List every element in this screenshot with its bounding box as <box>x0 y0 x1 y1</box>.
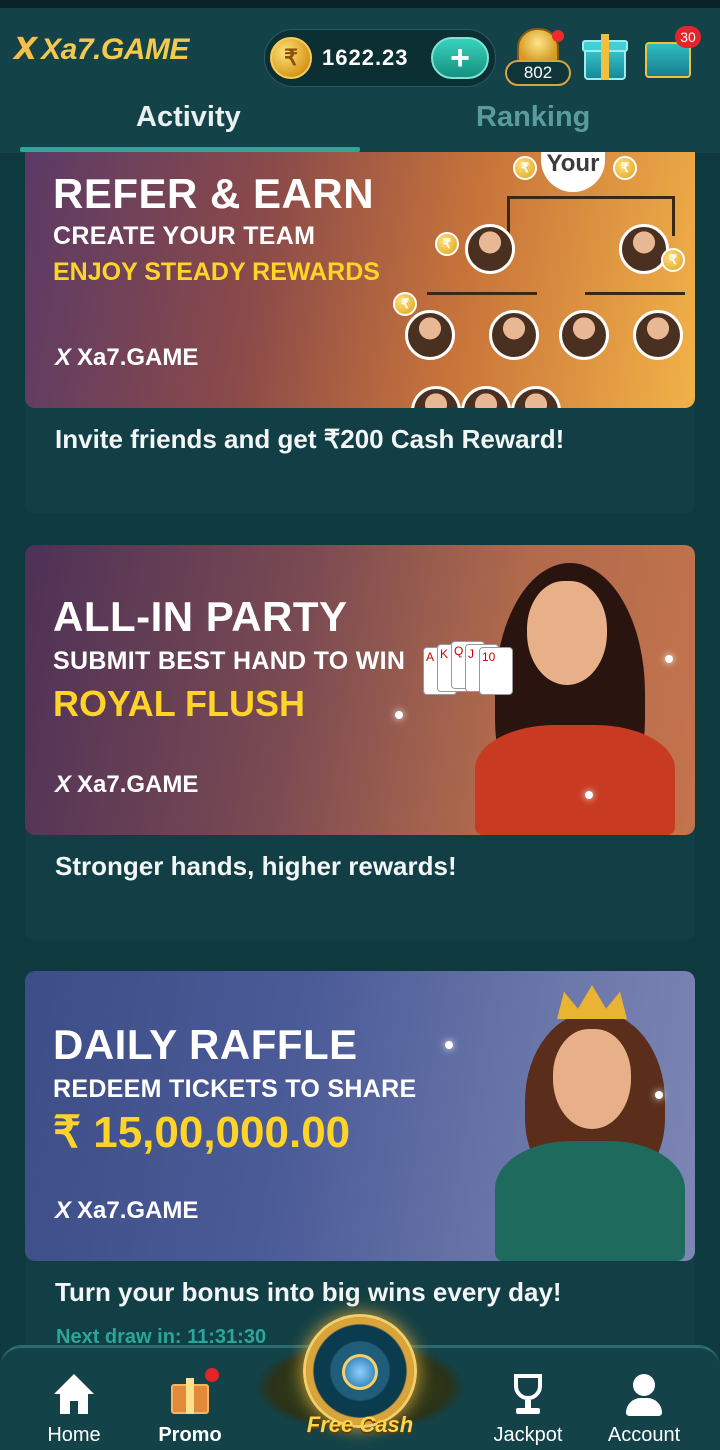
vip-crown-button[interactable]: 802 <box>505 26 573 88</box>
banner-highlight: ENJOY STEADY REWARDS <box>53 258 380 286</box>
avatar <box>405 310 455 360</box>
tab-ranking[interactable]: Ranking <box>476 101 590 134</box>
banner-brand: X Xa7.GAME <box>55 1197 199 1224</box>
banner-subtitle: SUBMIT BEST HAND TO WIN <box>53 647 406 675</box>
banner-title: DAILY RAFFLE <box>53 1021 358 1068</box>
banner-brand: X Xa7.GAME <box>55 771 199 798</box>
banner-brand: X Xa7.GAME <box>55 344 199 371</box>
balance-amount: 1622.23 <box>322 45 409 70</box>
gift-button[interactable] <box>582 32 628 82</box>
banner-title: REFER & EARN <box>53 170 375 217</box>
nav-label: Home <box>47 1424 101 1446</box>
brand-logo-icon: X <box>55 1197 72 1224</box>
rupee-coin-icon: ₹ <box>661 248 685 272</box>
banner-subtitle: REDEEM TICKETS TO SHARE <box>53 1075 417 1103</box>
rupee-coin-icon: ₹ <box>613 156 637 180</box>
promo-banner-raffle[interactable]: DAILY RAFFLE REDEEM TICKETS TO SHARE ₹ 1… <box>25 971 695 1261</box>
promo-card-allin[interactable]: ALL-IN PARTY SUBMIT BEST HAND TO WIN ROY… <box>25 545 695 940</box>
avatar <box>633 310 683 360</box>
tab-bar: Activity Ranking <box>0 95 720 153</box>
card-description: Invite friends and get ₹200 Cash Reward! <box>55 424 565 454</box>
avatar <box>461 386 511 408</box>
brand-logo-icon: X <box>55 344 72 371</box>
notification-dot <box>205 1368 219 1382</box>
trophy-icon <box>505 1372 551 1418</box>
promo-card-refer[interactable]: REFER & EARN CREATE YOUR TEAM ENJOY STEA… <box>25 152 695 514</box>
banner-highlight: ₹ 15,00,000.00 <box>53 1108 351 1157</box>
brand-logo-icon: X <box>55 771 72 798</box>
vip-points-badge: 802 <box>505 60 571 86</box>
avatar <box>559 310 609 360</box>
model-illustration <box>465 971 695 1261</box>
avatar <box>511 386 561 408</box>
add-funds-button[interactable]: + <box>431 37 489 79</box>
home-icon <box>51 1372 97 1418</box>
notification-dot <box>552 30 564 42</box>
banner-highlight: ROYAL FLUSH <box>53 683 306 724</box>
avatar <box>489 310 539 360</box>
tab-activity[interactable]: Activity <box>136 101 241 134</box>
avatar <box>465 224 515 274</box>
wallet-balance[interactable]: ₹ 1622.23 + <box>264 29 496 87</box>
promo-banner-allin[interactable]: ALL-IN PARTY SUBMIT BEST HAND TO WIN ROY… <box>25 545 695 835</box>
top-bar: X Xa7.GAME ₹ 1622.23 + 802 30 <box>0 0 720 95</box>
nav-label: Account <box>607 1424 681 1446</box>
crown-icon <box>557 985 627 1019</box>
rupee-coin-icon: ₹ <box>393 292 417 316</box>
user-icon <box>621 1372 667 1418</box>
mail-count-badge: 30 <box>675 26 701 48</box>
avatar <box>411 386 461 408</box>
logo-text: Xa7.GAME <box>41 32 189 66</box>
rupee-coin-icon: ₹ <box>435 232 459 256</box>
rupee-coin-icon: ₹ <box>270 37 312 79</box>
nav-free-cash[interactable]: Free Cash <box>256 1312 464 1442</box>
nav-label: Jackpot <box>493 1424 563 1446</box>
gift-icon <box>167 1368 219 1418</box>
avatar <box>619 224 669 274</box>
banner-title: ALL-IN PARTY <box>53 593 348 640</box>
app-logo[interactable]: X Xa7.GAME <box>14 32 189 67</box>
card-description: Stronger hands, higher rewards! <box>55 851 457 881</box>
nav-label: Promo <box>158 1424 222 1446</box>
rupee-coin-icon: ₹ <box>513 156 537 180</box>
promo-card-raffle[interactable]: DAILY RAFFLE REDEEM TICKETS TO SHARE ₹ 1… <box>25 971 695 1350</box>
logo-mark: X <box>14 32 38 67</box>
mail-button[interactable]: 30 <box>645 26 701 80</box>
banner-subtitle: CREATE YOUR TEAM <box>53 222 316 250</box>
playing-cards-icon: A K Q J 10 <box>423 641 523 701</box>
promo-banner-refer[interactable]: REFER & EARN CREATE YOUR TEAM ENJOY STEA… <box>25 152 695 408</box>
nav-label: Free Cash <box>306 1412 414 1437</box>
tree-root-you: Your <box>541 152 605 192</box>
card-description: Turn your bonus into big wins every day! <box>55 1277 562 1307</box>
